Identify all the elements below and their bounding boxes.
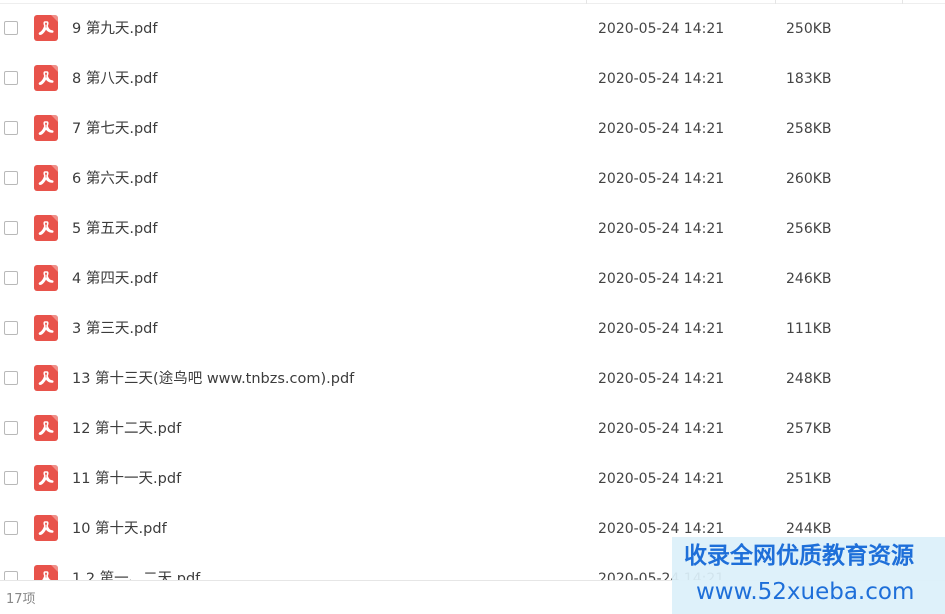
file-size: 251KB bbox=[786, 471, 832, 487]
pdf-file-icon bbox=[34, 65, 58, 91]
file-row[interactable]: 9 第九天.pdf 2020-05-24 14:21 250KB bbox=[0, 4, 945, 54]
file-size: 111KB bbox=[786, 321, 832, 337]
row-checkbox[interactable] bbox=[4, 371, 18, 385]
file-size: 248KB bbox=[786, 371, 832, 387]
file-row[interactable]: 8 第八天.pdf 2020-05-24 14:21 183KB bbox=[0, 54, 945, 104]
file-row[interactable]: 3 第三天.pdf 2020-05-24 14:21 111KB bbox=[0, 304, 945, 354]
file-browser: 9 第九天.pdf 2020-05-24 14:21 250KB 8 第八天.pdf 2… bbox=[0, 0, 945, 614]
file-row[interactable]: 4 第四天.pdf 2020-05-24 14:21 246KB bbox=[0, 254, 945, 304]
file-size: 258KB bbox=[786, 121, 832, 137]
pdf-file-icon bbox=[34, 315, 58, 341]
watermark-url: www.52xueba.com bbox=[696, 579, 915, 605]
row-checkbox[interactable] bbox=[4, 171, 18, 185]
file-modified-date: 2020-05-24 14:21 bbox=[598, 121, 725, 137]
row-checkbox[interactable] bbox=[4, 71, 18, 85]
file-name[interactable]: 13 第十三天(途鸟吧 www.tnbzs.com).pdf bbox=[72, 369, 354, 389]
file-size: 260KB bbox=[786, 171, 832, 187]
file-name[interactable]: 9 第九天.pdf bbox=[72, 19, 157, 39]
file-name[interactable]: 3 第三天.pdf bbox=[72, 319, 157, 339]
file-name[interactable]: 4 第四天.pdf bbox=[72, 269, 157, 289]
file-size: 256KB bbox=[786, 221, 832, 237]
pdf-file-icon bbox=[34, 565, 58, 580]
watermark-slogan: 收录全网优质教育资源 bbox=[684, 543, 914, 569]
file-size: 257KB bbox=[786, 421, 832, 437]
row-checkbox[interactable] bbox=[4, 521, 18, 535]
file-row[interactable]: 6 第六天.pdf 2020-05-24 14:21 260KB bbox=[0, 154, 945, 204]
file-modified-date: 2020-05-24 14:21 bbox=[598, 421, 725, 437]
row-checkbox[interactable] bbox=[4, 321, 18, 335]
row-checkbox[interactable] bbox=[4, 271, 18, 285]
file-modified-date: 2020-05-24 14:21 bbox=[598, 21, 725, 37]
file-name[interactable]: 8 第八天.pdf bbox=[72, 69, 157, 89]
row-checkbox[interactable] bbox=[4, 221, 18, 235]
file-modified-date: 2020-05-24 14:21 bbox=[598, 321, 725, 337]
pdf-file-icon bbox=[34, 265, 58, 291]
row-checkbox[interactable] bbox=[4, 21, 18, 35]
pdf-file-icon bbox=[34, 215, 58, 241]
file-modified-date: 2020-05-24 14:21 bbox=[598, 371, 725, 387]
item-count: 17项 bbox=[6, 592, 36, 607]
pdf-file-icon bbox=[34, 465, 58, 491]
row-checkbox[interactable] bbox=[4, 421, 18, 435]
file-name[interactable]: 11 第十一天.pdf bbox=[72, 469, 181, 489]
file-size: 183KB bbox=[786, 71, 832, 87]
file-modified-date: 2020-05-24 14:21 bbox=[598, 471, 725, 487]
file-row[interactable]: 13 第十三天(途鸟吧 www.tnbzs.com).pdf 2020-05-24… bbox=[0, 354, 945, 404]
pdf-file-icon bbox=[34, 15, 58, 41]
row-checkbox[interactable] bbox=[4, 471, 18, 485]
file-modified-date: 2020-05-24 14:21 bbox=[598, 221, 725, 237]
pdf-file-icon bbox=[34, 115, 58, 141]
file-modified-date: 2020-05-24 14:21 bbox=[598, 71, 725, 87]
file-modified-date: 2020-05-24 14:21 bbox=[598, 521, 725, 537]
file-name[interactable]: 6 第六天.pdf bbox=[72, 169, 157, 189]
file-name[interactable]: 7 第七天.pdf bbox=[72, 119, 157, 139]
file-name[interactable]: 10 第十天.pdf bbox=[72, 519, 167, 539]
row-checkbox[interactable] bbox=[4, 571, 18, 580]
watermark-overlay: 收录全网优质教育资源 www.52xueba.com bbox=[672, 537, 945, 614]
pdf-file-icon bbox=[34, 415, 58, 441]
row-checkbox[interactable] bbox=[4, 121, 18, 135]
file-row[interactable]: 7 第七天.pdf 2020-05-24 14:21 258KB bbox=[0, 104, 945, 154]
pdf-file-icon bbox=[34, 515, 58, 541]
file-size: 250KB bbox=[786, 21, 832, 37]
pdf-file-icon bbox=[34, 365, 58, 391]
file-name[interactable]: 5 第五天.pdf bbox=[72, 219, 157, 239]
file-name[interactable]: 12 第十二天.pdf bbox=[72, 419, 181, 439]
file-size: 246KB bbox=[786, 271, 832, 287]
file-modified-date: 2020-05-24 14:21 bbox=[598, 171, 725, 187]
file-row[interactable]: 11 第十一天.pdf 2020-05-24 14:21 251KB bbox=[0, 454, 945, 504]
file-name[interactable]: 1 2 第一、二天.pdf bbox=[72, 569, 200, 580]
pdf-file-icon bbox=[34, 165, 58, 191]
file-row[interactable]: 12 第十二天.pdf 2020-05-24 14:21 257KB bbox=[0, 404, 945, 454]
file-list: 9 第九天.pdf 2020-05-24 14:21 250KB 8 第八天.pdf 2… bbox=[0, 4, 945, 580]
file-modified-date: 2020-05-24 14:21 bbox=[598, 271, 725, 287]
file-row[interactable]: 5 第五天.pdf 2020-05-24 14:21 256KB bbox=[0, 204, 945, 254]
file-size: 244KB bbox=[786, 521, 832, 537]
